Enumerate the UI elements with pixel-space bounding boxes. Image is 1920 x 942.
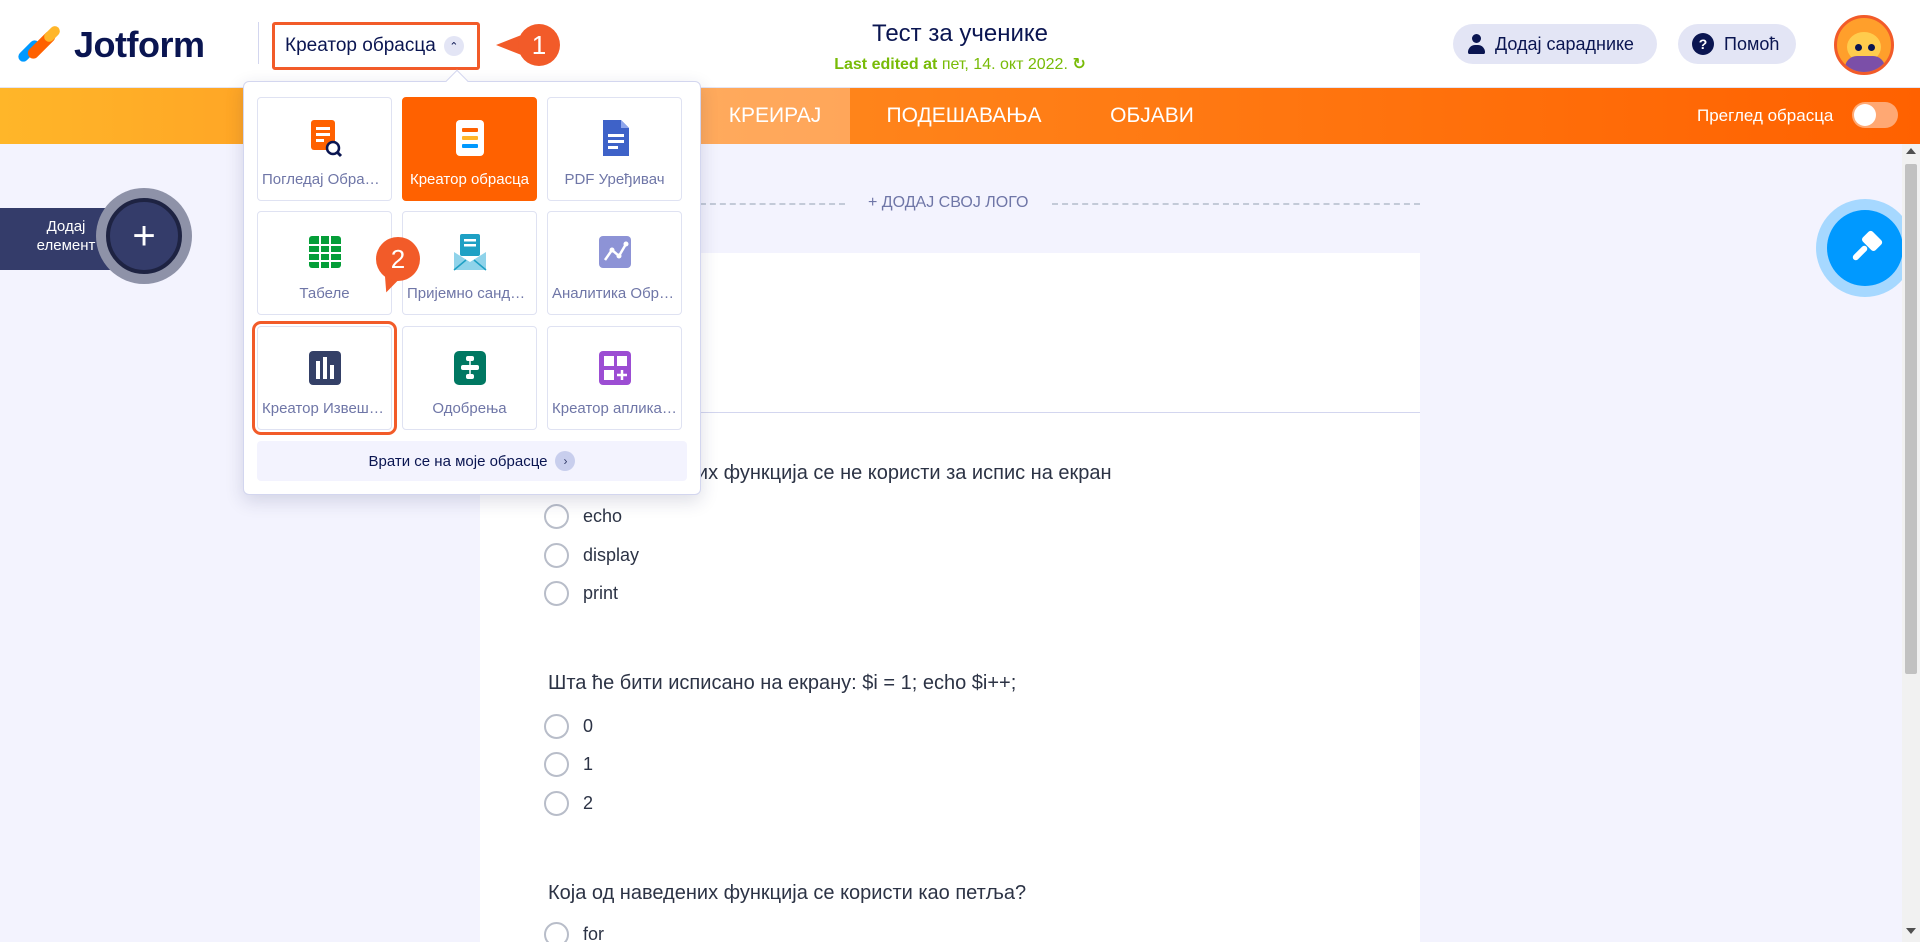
last-edited-prefix: Last edited at: [834, 56, 938, 73]
user-avatar[interactable]: [1834, 15, 1894, 75]
tables-icon: [308, 236, 341, 268]
scroll-thumb[interactable]: [1905, 164, 1917, 674]
tile-tables[interactable]: Табеле: [257, 211, 392, 315]
add-element-button[interactable]: +: [106, 198, 182, 274]
history-icon[interactable]: ↻: [1072, 56, 1085, 73]
tile-inbox[interactable]: Пријемно сандуче: [402, 211, 537, 315]
last-edited-date: пет, 14. окт 2022.: [941, 56, 1068, 73]
tile-label: Креатор апликација: [552, 400, 677, 417]
tile-form-view[interactable]: Погледај Обрасце: [257, 97, 392, 201]
add-logo-strip: + ДОДАЈ СВОЈ ЛОГО: [700, 192, 1420, 216]
option-display[interactable]: display: [544, 543, 639, 568]
tile-label: Аналитика Обрасца: [552, 285, 677, 302]
radio-button[interactable]: [544, 752, 569, 777]
back-to-my-forms-label: Врати се на моје обрасце: [368, 452, 548, 470]
tile-label: Погледај Обрасце: [262, 171, 387, 188]
tile-form-builder[interactable]: Креатор обрасца: [402, 97, 537, 201]
tab-create[interactable]: КРЕИРАЈ: [700, 88, 850, 144]
page-scrollbar[interactable]: [1902, 144, 1920, 942]
option-for[interactable]: for: [544, 922, 604, 942]
back-to-my-forms-link[interactable]: Врати се на моје обрасце ›: [257, 441, 687, 481]
radio-button[interactable]: [544, 714, 569, 739]
option-1[interactable]: 1: [544, 752, 593, 777]
question-icon: ?: [1692, 33, 1714, 55]
tab-publish[interactable]: ОБЈАВИ: [1078, 88, 1226, 144]
radio-button[interactable]: [544, 922, 569, 942]
tile-label: Пријемно сандуче: [407, 285, 532, 302]
option-print[interactable]: print: [544, 581, 618, 606]
form-preview-label: Преглед обрасца: [1697, 106, 1834, 125]
tile-label: Креатор Извештаја: [262, 400, 387, 417]
form-preview-toggle[interactable]: [1852, 102, 1898, 128]
inbox-icon: [453, 234, 486, 271]
option-echo[interactable]: echo: [544, 504, 622, 529]
radio-button[interactable]: [544, 504, 569, 529]
scroll-down-arrow[interactable]: [1906, 928, 1916, 934]
report-builder-icon: [308, 351, 341, 385]
option-2[interactable]: 2: [544, 791, 593, 816]
radio-button[interactable]: [544, 791, 569, 816]
form-designer-button[interactable]: [1827, 210, 1903, 286]
add-logo-button[interactable]: + ДОДАЈ СВОЈ ЛОГО: [868, 194, 1028, 212]
form-builder-icon: [455, 120, 484, 156]
tile-analytics[interactable]: Аналитика Обрасца: [547, 211, 682, 315]
tile-approvals[interactable]: Одобрења: [402, 326, 537, 430]
app-builder-icon: [598, 351, 631, 385]
approvals-icon: [453, 351, 486, 385]
help-label: Помоћ: [1724, 33, 1780, 54]
tile-report-builder[interactable]: Креатор Извештаја: [252, 321, 397, 435]
pdf-editor-icon: [602, 120, 629, 156]
top-header: Jotform Креатор обрасца ⌃ 1 Тест за учен…: [0, 0, 1920, 88]
radio-button[interactable]: [544, 543, 569, 568]
add-element-label: Додај елемент: [36, 218, 96, 254]
help-button[interactable]: ? Помоћ: [1678, 24, 1796, 64]
scroll-up-arrow[interactable]: [1906, 148, 1916, 154]
radio-button[interactable]: [544, 581, 569, 606]
tab-settings[interactable]: ПОДЕШАВАЊА: [850, 88, 1078, 144]
option-0[interactable]: 0: [544, 714, 593, 739]
form-view-icon: [310, 120, 342, 158]
analytics-icon: [598, 236, 631, 268]
paint-roller-icon: [1841, 224, 1889, 272]
tile-pdf-editor[interactable]: PDF Уређивач: [547, 97, 682, 201]
tile-label: PDF Уређивач: [564, 171, 665, 188]
chevron-right-icon: ›: [555, 451, 576, 471]
tile-app-builder[interactable]: Креатор апликација: [547, 326, 682, 430]
question-2[interactable]: Шта ће бити исписано на екрану: $i = 1; …: [548, 672, 1016, 695]
add-collaborators-label: Додај сарадникe: [1495, 33, 1634, 54]
step-callout-2: 2: [376, 237, 422, 299]
add-collaborators-button[interactable]: Додај сарадникe: [1453, 24, 1657, 64]
tile-label: Креатор обрасца: [409, 171, 530, 188]
app-switcher-dropdown: Погледај Обрасце Креатор обрасца PDF Уре…: [243, 69, 701, 495]
person-icon: [1467, 34, 1485, 54]
tile-label: Одобрења: [432, 400, 507, 417]
question-3[interactable]: Која од наведених функција се користи ка…: [548, 882, 1026, 905]
tile-label: Табеле: [299, 285, 350, 302]
